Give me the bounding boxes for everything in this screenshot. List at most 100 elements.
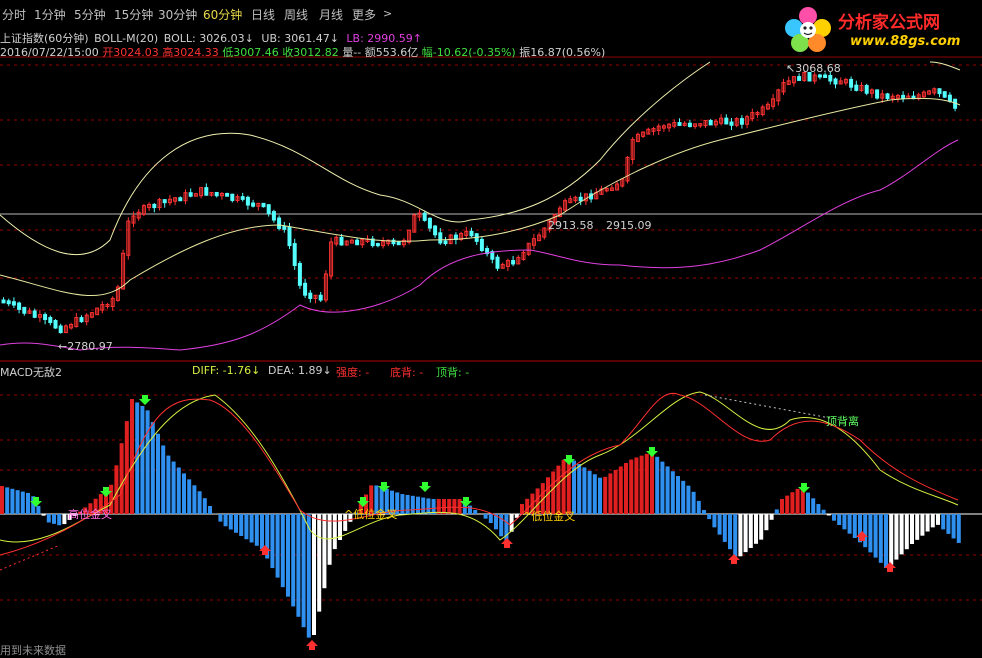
quote-low: 低3007.46 (222, 46, 279, 59)
candle-body (267, 205, 270, 214)
candle-body (309, 293, 312, 298)
macd-bar (889, 514, 893, 565)
macd-bar (198, 491, 202, 514)
macd-bar (770, 514, 774, 520)
candle-body (288, 227, 291, 245)
chart-canvas[interactable] (0, 0, 982, 654)
macd-bar (785, 496, 789, 514)
candle-body (709, 121, 712, 125)
macd-bar (307, 514, 311, 638)
tab-5min[interactable]: 5分钟 (74, 6, 106, 23)
macd-bar (239, 514, 243, 536)
macd-bar (0, 486, 4, 514)
macd-bar (42, 514, 46, 516)
candle-body (876, 90, 879, 98)
quote-open: 开3024.03 (102, 46, 159, 59)
candle-body (278, 218, 281, 228)
candle-body (434, 226, 437, 235)
candle-body (428, 218, 431, 228)
tab-weekly[interactable]: 周线 (284, 6, 308, 23)
macd-bar (733, 514, 737, 556)
macd-bar (837, 514, 841, 525)
macd-bar (848, 514, 852, 534)
strength-value: 强度: - (336, 364, 369, 380)
candle-body (7, 301, 10, 304)
candle-body (23, 307, 26, 313)
candle-body (49, 318, 52, 323)
macd-bar (728, 514, 732, 549)
tab-timeshare[interactable]: 分时 (2, 6, 26, 23)
tab-30min[interactable]: 30分钟 (158, 6, 197, 23)
macd-bar (125, 421, 129, 514)
buy-signal-down-arrow (419, 482, 431, 492)
tab-monthly[interactable]: 月线 (319, 6, 343, 23)
macd-bar (328, 514, 332, 565)
macd-bar (842, 514, 846, 529)
macd-bar (868, 514, 872, 552)
candle-body (298, 263, 301, 285)
macd-bar (255, 514, 259, 546)
macd-bar (650, 452, 654, 514)
macd-bar (712, 514, 716, 527)
macd-bar (333, 514, 337, 549)
macd-bar (707, 514, 711, 519)
macd-bar (577, 464, 581, 514)
macd-bar (166, 456, 170, 514)
candle-body (938, 89, 941, 94)
macd-bar (468, 506, 472, 514)
macd-bar (432, 499, 436, 514)
candle-body (798, 77, 801, 81)
tab-more[interactable]: 更多 (352, 6, 376, 23)
candle-body (886, 94, 889, 99)
macd-bar (270, 514, 274, 568)
chevron-right-icon[interactable]: > (383, 7, 392, 20)
macd-bar (161, 445, 165, 514)
macd-bar (884, 514, 888, 568)
candle-body (818, 75, 821, 77)
tab-60min[interactable]: 60分钟 (203, 6, 242, 23)
tab-15min[interactable]: 15分钟 (114, 6, 153, 23)
macd-bar (250, 514, 254, 543)
candle-body (824, 75, 827, 77)
boll-upper-band (0, 62, 710, 255)
candle-body (12, 302, 15, 305)
candle-body (725, 118, 728, 124)
macd-bar (52, 514, 56, 524)
buy-signal-down-arrow (139, 395, 151, 405)
quote-info-line: 2016/07/22/15:00 开3024.03 高3024.33 低3007… (0, 44, 605, 60)
macd-bar (692, 492, 696, 514)
macd-bar (36, 506, 40, 514)
macd-bar (317, 514, 321, 612)
tab-daily[interactable]: 日线 (251, 6, 275, 23)
macd-bar (863, 514, 867, 547)
macd-bar (21, 492, 25, 514)
macd-bar (593, 474, 597, 514)
candle-body (579, 197, 582, 201)
tab-1min[interactable]: 1分钟 (34, 6, 66, 23)
macd-bar (562, 460, 566, 514)
macd-bar (598, 478, 602, 514)
candle-body (293, 244, 296, 266)
macd-bar (780, 499, 784, 514)
macd-bar (406, 495, 410, 514)
macd-name: MACD无敌2 (0, 366, 62, 379)
macd-bar (437, 499, 441, 514)
candle-body (163, 200, 166, 203)
macd-bar (879, 514, 883, 563)
macd-bar (203, 498, 207, 514)
dea-value: DEA: 1.89↓ (268, 364, 332, 377)
candle-body (340, 237, 343, 245)
macd-bar (62, 514, 66, 524)
buy-signal-down-arrow (460, 497, 472, 507)
macd-bar (224, 514, 228, 526)
candle-body (18, 303, 21, 309)
candle-body (850, 79, 853, 87)
macd-bar (442, 499, 446, 514)
macd-bar (775, 509, 779, 514)
macd-bar (400, 494, 404, 514)
macd-bar (187, 479, 191, 514)
quote-high: 高3024.33 (162, 46, 219, 59)
candle-body (153, 204, 156, 207)
macd-bar (120, 443, 124, 514)
macd-bar (16, 490, 20, 514)
